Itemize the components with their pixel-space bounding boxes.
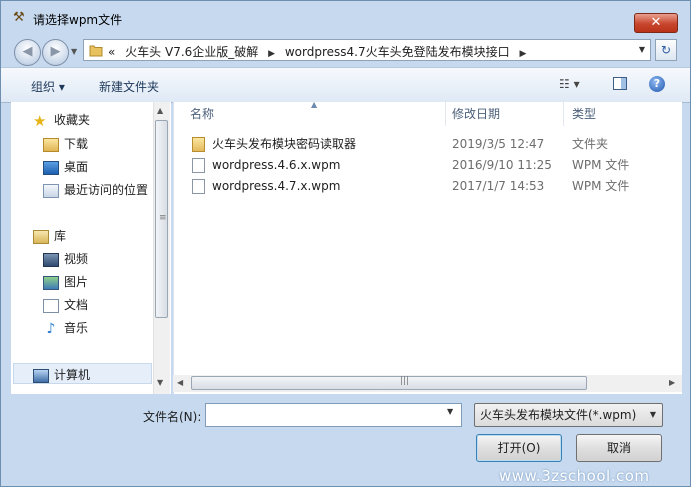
breadcrumb-overflow[interactable]: «	[108, 45, 115, 59]
breadcrumb-chevron-icon[interactable]: ▶	[519, 49, 526, 59]
nav-videos[interactable]: 视频	[43, 250, 88, 268]
filename-dropdown-icon[interactable]: ▼	[447, 407, 453, 416]
scroll-left-icon[interactable]: ◀	[177, 378, 183, 387]
folder-icon	[89, 45, 103, 57]
recent-places-icon	[43, 183, 59, 198]
organize-button[interactable]: 组织 ▾	[31, 78, 65, 95]
scroll-right-icon[interactable]: ▶	[669, 378, 675, 387]
documents-library-icon	[43, 298, 59, 313]
nav-documents[interactable]: 文档	[43, 296, 88, 314]
grip-icon: ≡	[159, 213, 167, 223]
toolbar: 组织 ▾ 新建文件夹 ☷ ▾ ?	[1, 67, 690, 103]
file-list-hscrollbar[interactable]: ◀ ||| ▶	[173, 375, 682, 392]
address-dropdown-icon[interactable]: ▼	[639, 45, 645, 54]
scroll-up-icon[interactable]: ▲	[157, 106, 163, 115]
breadcrumb-chevron-icon[interactable]: ▶	[268, 49, 275, 59]
filename-label: 文件名(N):	[143, 410, 202, 424]
file-name: wordpress.4.7.x.wpm	[212, 179, 341, 193]
preview-pane-button[interactable]	[613, 77, 627, 90]
forward-button[interactable]: ▶	[42, 39, 69, 66]
video-library-icon	[43, 252, 59, 267]
file-date: 2017/1/7 14:53	[452, 179, 545, 193]
file-type: WPM 文件	[572, 179, 630, 193]
breadcrumb: « 火车头 V7.6企业版_破解 ▶ wordpress4.7火车头免登陆发布模…	[108, 43, 532, 60]
file-row[interactable]: wordpress.4.6.x.wpm 2016/9/10 11:25 WPM …	[186, 155, 666, 175]
column-header-date[interactable]: 修改日期	[444, 102, 564, 126]
computer-icon	[33, 368, 49, 383]
folder-icon	[192, 137, 205, 152]
desktop-icon	[43, 160, 59, 175]
app-tools-icon: ⚒	[13, 10, 25, 25]
navigation-pane: ★ 收藏夹 下载 桌面 最近访问的位置 库 视频 图片 文档 ♪ 音乐	[11, 102, 171, 394]
nav-favorites[interactable]: ★ 收藏夹	[33, 111, 90, 129]
file-list: ▲ 名称 修改日期 类型 火车头发布模块密码读取器 2019/3/5 12:47…	[173, 100, 682, 394]
file-row[interactable]: 火车头发布模块密码读取器 2019/3/5 12:47 文件夹	[186, 134, 666, 154]
nav-music[interactable]: ♪ 音乐	[43, 319, 88, 337]
music-note-icon: ♪	[46, 320, 56, 337]
refresh-button[interactable]: ↻	[655, 39, 677, 61]
open-file-dialog: ⚒ 请选择wpm文件 ✕ ◀ ▶ ▼ « 火车头 V7.6企业版_破解 ▶ wo…	[0, 0, 691, 487]
nav-recent-places[interactable]: 最近访问的位置	[43, 181, 148, 199]
title-bar: ⚒ 请选择wpm文件 ✕	[1, 1, 690, 33]
file-icon	[192, 179, 205, 194]
file-name: wordpress.4.6.x.wpm	[212, 158, 341, 172]
grip-icon: |||	[400, 376, 410, 386]
file-type: WPM 文件	[572, 158, 630, 172]
hscroll-thumb[interactable]: |||	[191, 376, 587, 390]
file-date: 2019/3/5 12:47	[452, 137, 545, 151]
nav-pane-scrollbar[interactable]: ▲ ≡ ▼	[153, 102, 170, 394]
nav-desktop[interactable]: 桌面	[43, 158, 88, 176]
close-button[interactable]: ✕	[634, 13, 678, 33]
scroll-down-icon[interactable]: ▼	[157, 378, 163, 387]
help-button[interactable]: ?	[649, 76, 665, 92]
nav-pictures[interactable]: 图片	[43, 273, 88, 291]
column-header-name[interactable]: 名称	[182, 102, 446, 126]
downloads-folder-icon	[43, 137, 59, 152]
new-folder-button[interactable]: 新建文件夹	[99, 78, 159, 95]
window-title: 请选择wpm文件	[33, 13, 123, 27]
back-button[interactable]: ◀	[14, 39, 41, 66]
breadcrumb-item[interactable]: wordpress4.7火车头免登陆发布模块接口	[285, 45, 510, 59]
recent-locations-dropdown[interactable]: ▼	[71, 47, 77, 56]
column-header-type[interactable]: 类型	[564, 102, 674, 126]
filename-input[interactable]	[205, 403, 462, 427]
address-bar[interactable]: « 火车头 V7.6企业版_破解 ▶ wordpress4.7火车头免登陆发布模…	[83, 39, 651, 61]
file-type-filter[interactable]: 火车头发布模块文件(*.wpm) ▼	[474, 403, 663, 427]
breadcrumb-item[interactable]: 火车头 V7.6企业版_破解	[125, 45, 258, 59]
nav-computer[interactable]: 计算机	[33, 366, 90, 384]
file-date: 2016/9/10 11:25	[452, 158, 552, 172]
pictures-library-icon	[43, 275, 59, 290]
file-type: 文件夹	[572, 137, 609, 151]
library-icon	[33, 229, 49, 244]
star-icon: ★	[33, 111, 47, 130]
cancel-button[interactable]: 取消	[576, 434, 662, 462]
file-row[interactable]: wordpress.4.7.x.wpm 2017/1/7 14:53 WPM 文…	[186, 176, 666, 196]
scroll-thumb[interactable]: ≡	[155, 120, 168, 318]
chevron-down-icon: ▼	[649, 410, 656, 419]
open-button[interactable]: 打开(O)	[476, 434, 562, 462]
watermark: www.3zschool.com	[499, 467, 650, 485]
file-name: 火车头发布模块密码读取器	[212, 137, 357, 151]
nav-downloads[interactable]: 下载	[43, 135, 88, 153]
nav-libraries[interactable]: 库	[33, 227, 66, 245]
file-icon	[192, 158, 205, 173]
change-view-button[interactable]: ☷ ▾	[559, 77, 580, 91]
